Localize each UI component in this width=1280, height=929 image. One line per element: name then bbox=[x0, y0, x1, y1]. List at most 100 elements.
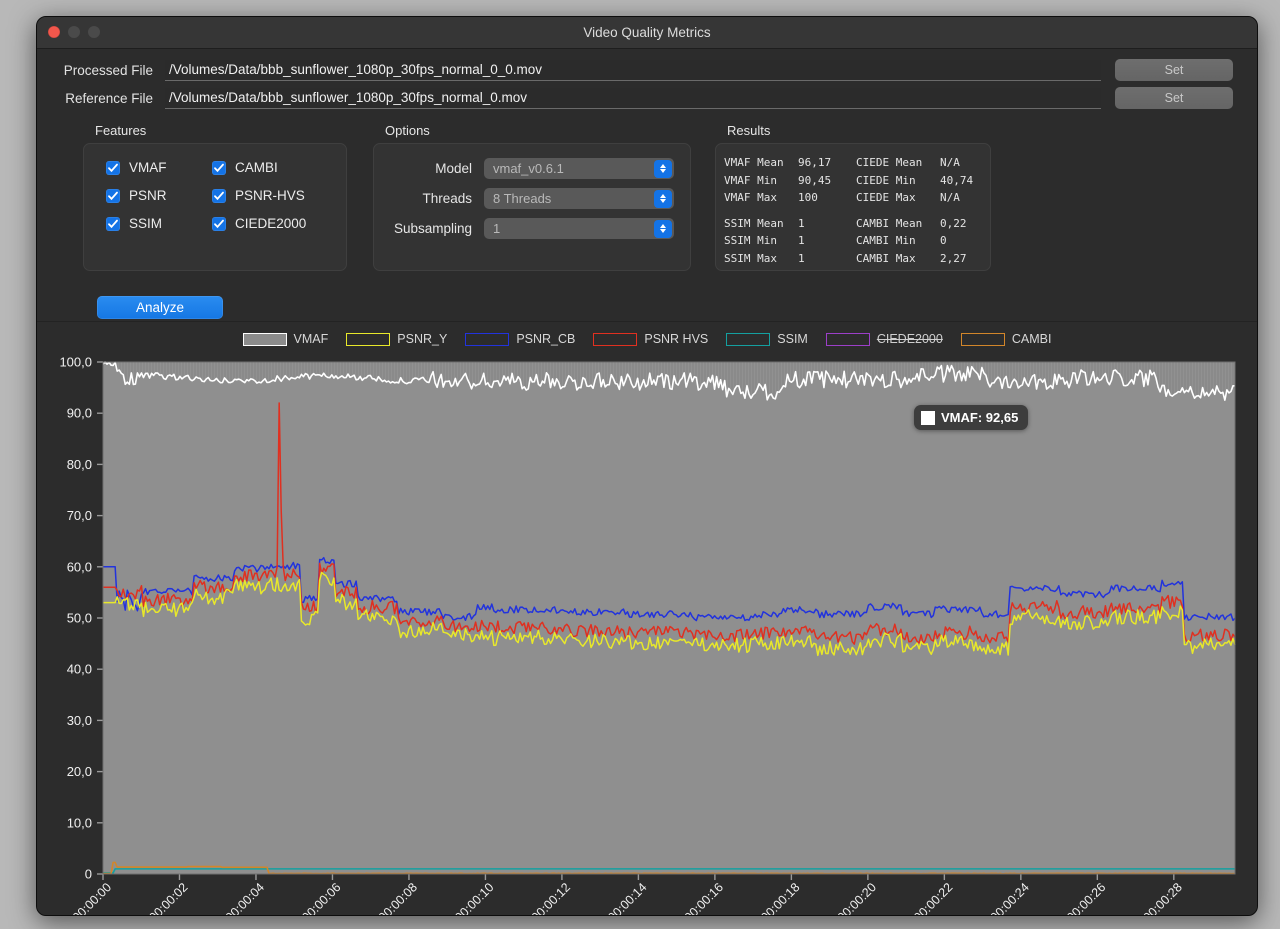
feature-checkbox-psnr-hvs[interactable]: PSNR-HVS bbox=[212, 188, 342, 203]
legend-label: CIEDE2000 bbox=[876, 332, 943, 346]
feature-label: PSNR bbox=[129, 188, 167, 203]
svg-text:00:00:08: 00:00:08 bbox=[376, 880, 420, 916]
feature-checkbox-cambi[interactable]: CAMBI bbox=[212, 160, 342, 175]
result-label: CIEDE Min bbox=[856, 173, 916, 187]
legend-label: CAMBI bbox=[1011, 332, 1052, 346]
legend-label: VMAF bbox=[293, 332, 329, 346]
checkmark-icon bbox=[106, 188, 120, 203]
legend-item-psnr-cb[interactable]: PSNR_CB bbox=[465, 332, 575, 346]
option-row-subsampling: Subsampling 1 bbox=[374, 218, 674, 239]
svg-text:00:00:22: 00:00:22 bbox=[911, 880, 955, 916]
result-label: VMAF Max bbox=[724, 191, 777, 204]
legend-label: SSIM bbox=[777, 332, 808, 346]
results-group: Results VMAF Mean 96,17 CIEDE Mean N/A V… bbox=[715, 123, 991, 271]
feature-label: CAMBI bbox=[235, 160, 278, 175]
processed-file-set-button[interactable]: Set bbox=[1115, 59, 1233, 81]
settings-groups: Features VMAF CAMBI PSNR PSNR-HVS SSIM C… bbox=[61, 123, 1233, 271]
legend-swatch bbox=[726, 332, 771, 346]
feature-checkbox-ssim[interactable]: SSIM bbox=[106, 216, 212, 231]
result-value: 1 bbox=[798, 234, 805, 247]
result-label: CIEDE Mean bbox=[856, 156, 923, 169]
svg-text:20,0: 20,0 bbox=[67, 764, 92, 779]
legend-item-vmaf[interactable]: VMAF bbox=[242, 332, 329, 346]
legend-swatch bbox=[825, 332, 870, 346]
feature-label: SSIM bbox=[129, 216, 163, 231]
svg-text:60,0: 60,0 bbox=[67, 559, 92, 574]
svg-text:00:00:04: 00:00:04 bbox=[223, 880, 267, 916]
results-group-title: Results bbox=[727, 123, 771, 138]
result-value: 2,27 bbox=[940, 251, 967, 265]
option-label: Threads bbox=[422, 191, 472, 206]
result-value: 1 bbox=[798, 251, 805, 265]
svg-text:10,0: 10,0 bbox=[67, 815, 92, 830]
feature-label: CIEDE2000 bbox=[235, 216, 307, 231]
window-titlebar: Video Quality Metrics bbox=[37, 17, 1257, 49]
svg-text:0: 0 bbox=[85, 867, 92, 882]
feature-checkbox-vmaf[interactable]: VMAF bbox=[106, 160, 212, 175]
legend-label: PSNR_Y bbox=[397, 332, 448, 346]
svg-text:00:00:16: 00:00:16 bbox=[682, 880, 726, 916]
legend-swatch bbox=[242, 332, 287, 346]
features-group: Features VMAF CAMBI PSNR PSNR-HVS SSIM C… bbox=[83, 123, 347, 271]
result-value: 90,45 bbox=[798, 173, 832, 187]
processed-file-input[interactable] bbox=[165, 59, 1101, 81]
svg-text:00:00:24: 00:00:24 bbox=[988, 880, 1032, 916]
result-value: N/A bbox=[940, 191, 960, 204]
svg-text:00:00:26: 00:00:26 bbox=[1064, 880, 1108, 916]
model-select[interactable]: vmaf_v0.6.1 bbox=[484, 158, 674, 179]
metrics-plot[interactable]: 0 10,0 20,0 30,0 40,0 50,0 60,0 70,0 80,0 90,0 100… bbox=[37, 356, 1257, 916]
option-label: Subsampling bbox=[393, 221, 472, 236]
svg-text:00:00:28: 00:00:28 bbox=[1141, 880, 1185, 916]
legend-swatch bbox=[346, 332, 391, 346]
legend-item-ciede2000[interactable]: CIEDE2000 bbox=[825, 332, 943, 346]
reference-file-set-button[interactable]: Set bbox=[1115, 87, 1233, 109]
feature-checkbox-ciede2000[interactable]: CIEDE2000 bbox=[212, 216, 342, 231]
result-value: 1 bbox=[798, 216, 805, 230]
features-checkbox-grid: VMAF CAMBI PSNR PSNR-HVS SSIM CIEDE2000 bbox=[106, 160, 346, 231]
result-label: CAMBI Min bbox=[856, 234, 916, 247]
legend-item-psnr-hvs[interactable]: PSNR HVS bbox=[593, 332, 708, 346]
reference-file-label: Reference File bbox=[65, 90, 153, 106]
option-row-model: Model vmaf_v0.6.1 bbox=[374, 158, 674, 179]
feature-label: VMAF bbox=[129, 160, 167, 175]
analyze-button[interactable]: Analyze bbox=[97, 296, 223, 319]
reference-file-input[interactable] bbox=[165, 87, 1101, 109]
legend-label: PSNR HVS bbox=[644, 332, 709, 346]
checkmark-icon bbox=[212, 216, 226, 231]
feature-checkbox-psnr[interactable]: PSNR bbox=[106, 188, 212, 203]
legend-label: PSNR_CB bbox=[516, 332, 576, 346]
svg-text:80,0: 80,0 bbox=[67, 457, 92, 472]
features-group-title: Features bbox=[95, 123, 147, 138]
tooltip-text: VMAF: 92,65 bbox=[941, 410, 1019, 425]
stepper-icon[interactable] bbox=[654, 159, 672, 178]
options-group-title: Options bbox=[385, 123, 430, 138]
option-value: vmaf_v0.6.1 bbox=[493, 161, 564, 176]
svg-text:40,0: 40,0 bbox=[67, 662, 92, 677]
app-window: Video Quality Metrics Processed File Set… bbox=[36, 16, 1258, 916]
svg-text:90,0: 90,0 bbox=[67, 406, 92, 421]
results-spacer bbox=[724, 207, 1000, 215]
svg-text:00:00:06: 00:00:06 bbox=[299, 880, 343, 916]
result-label: CAMBI Mean bbox=[856, 216, 923, 230]
subsampling-select[interactable]: 1 bbox=[484, 218, 674, 239]
legend-item-ssim[interactable]: SSIM bbox=[726, 332, 808, 346]
plot-area[interactable]: 0 10,0 20,0 30,0 40,0 50,0 60,0 70,0 80,0 90,0 100… bbox=[37, 356, 1257, 915]
result-label: VMAF Min bbox=[724, 173, 777, 187]
stepper-icon[interactable] bbox=[654, 189, 672, 208]
option-label: Model bbox=[435, 161, 472, 176]
legend-item-cambi[interactable]: CAMBI bbox=[960, 332, 1052, 346]
checkmark-icon bbox=[106, 216, 120, 231]
svg-text:00:00:14: 00:00:14 bbox=[605, 880, 649, 916]
chart-legend: VMAF PSNR_Y PSNR_CB PSNR HVS SSIM CIEDE2000 CA… bbox=[37, 322, 1257, 356]
svg-text:30,0: 30,0 bbox=[67, 713, 92, 728]
checkmark-icon bbox=[106, 160, 120, 175]
legend-item-psnr-y[interactable]: PSNR_Y bbox=[346, 332, 447, 346]
svg-text:50,0: 50,0 bbox=[67, 611, 92, 626]
chart-tooltip: VMAF: 92,65 bbox=[914, 405, 1029, 430]
svg-text:00:00:10: 00:00:10 bbox=[452, 880, 496, 916]
option-value: 1 bbox=[493, 221, 501, 236]
controls-region: Processed File Set Reference File Set Fe… bbox=[37, 49, 1257, 321]
stepper-icon[interactable] bbox=[654, 219, 672, 238]
result-value: 100 bbox=[798, 191, 818, 204]
threads-select[interactable]: 8 Threads bbox=[484, 188, 674, 209]
